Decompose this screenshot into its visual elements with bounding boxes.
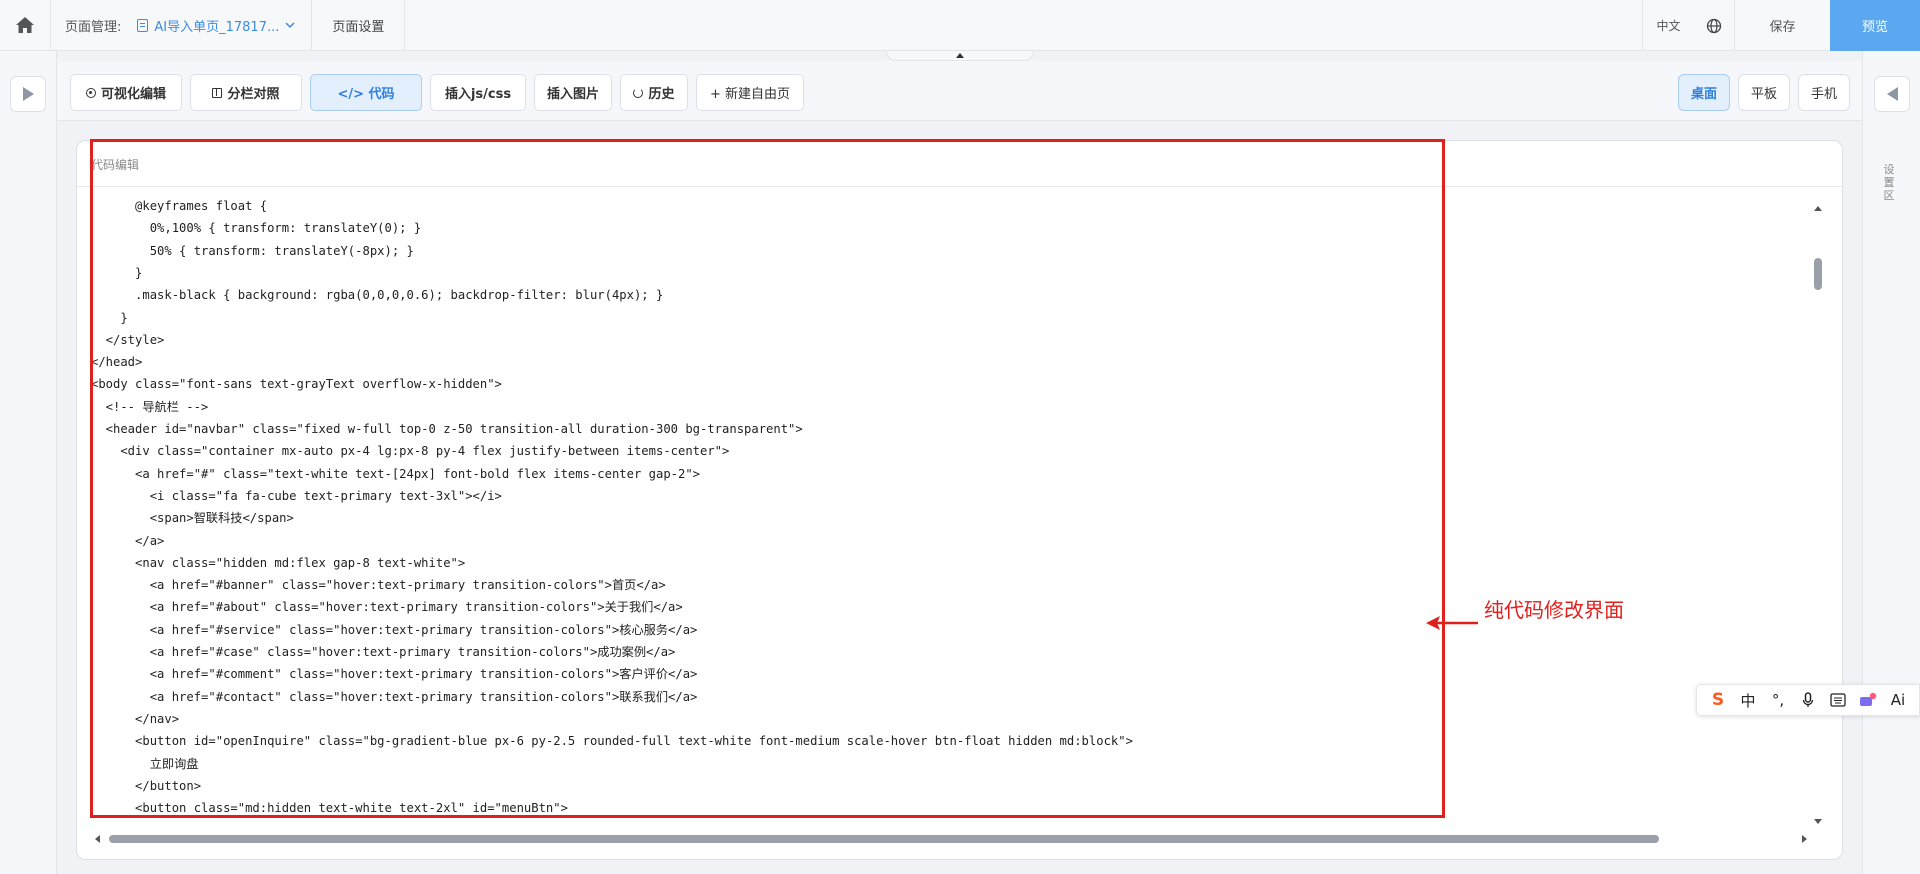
ai-assistant-button[interactable]: Ai — [1887, 689, 1909, 711]
play-right-icon — [22, 87, 34, 101]
scroll-thumb[interactable] — [1814, 258, 1822, 290]
insert-js-css-button[interactable]: 插入js/css — [430, 74, 526, 111]
top-right-actions: 中文 保存 预览 — [1642, 0, 1920, 51]
annotation-label: 纯代码修改界面 — [1484, 598, 1624, 622]
scroll-up-icon[interactable] — [1814, 206, 1822, 211]
left-rail — [0, 51, 57, 874]
history-button[interactable]: 历史 — [620, 74, 688, 111]
device-desktop-button[interactable]: 桌面 — [1678, 74, 1730, 111]
current-page-name: AI导入单页_17817... — [154, 19, 280, 35]
chinese-mode-toggle[interactable]: 中 — [1737, 689, 1759, 711]
editor-toolbar: 可视化编辑 分栏对照 </> 代码 插入js/css 插入图片 历史 + 新建自… — [58, 61, 1861, 121]
save-button[interactable]: 保存 — [1734, 0, 1830, 51]
annotation-arrow-icon — [1426, 616, 1478, 630]
home-button[interactable] — [0, 0, 51, 51]
sogou-logo-icon[interactable]: S — [1707, 689, 1729, 711]
visual-edit-button[interactable]: 可视化编辑 — [70, 74, 182, 111]
code-view-button[interactable]: </> 代码 — [310, 74, 422, 111]
microphone-icon[interactable] — [1797, 689, 1819, 711]
page-settings-button[interactable]: 页面设置 — [312, 16, 404, 35]
keyboard-icon[interactable] — [1827, 689, 1849, 711]
chevron-down-icon — [285, 21, 295, 28]
current-page-selector[interactable]: AI导入单页_17817... — [137, 16, 295, 35]
scroll-right-icon[interactable] — [1802, 835, 1807, 843]
ime-toolbar: S 中 °, Ai — [1696, 684, 1920, 716]
scroll-down-icon[interactable] — [1814, 819, 1822, 824]
radio-icon — [85, 87, 96, 98]
history-icon — [633, 87, 644, 98]
caret-up-icon — [956, 53, 964, 58]
scroll-thumb[interactable] — [109, 835, 1659, 843]
scroll-left-icon[interactable] — [95, 835, 100, 843]
preview-button[interactable]: 预览 — [1830, 0, 1920, 51]
skin-icon[interactable] — [1857, 689, 1879, 711]
visual-edit-label: 可视化编辑 — [100, 87, 166, 102]
expand-left-panel-button[interactable] — [10, 76, 46, 112]
globe-icon — [1706, 18, 1722, 33]
expand-right-panel-button[interactable] — [1874, 76, 1910, 112]
vertical-scrollbar[interactable] — [1810, 197, 1824, 827]
annotation-box — [90, 139, 1445, 818]
language-selector[interactable]: 中文 — [1642, 0, 1694, 51]
device-mobile-button[interactable]: 手机 — [1798, 74, 1850, 111]
horizontal-scrollbar[interactable] — [92, 832, 1812, 846]
punctuation-icon[interactable]: °, — [1767, 689, 1789, 711]
split-compare-label: 分栏对照 — [227, 87, 280, 102]
divider — [404, 0, 406, 51]
columns-icon — [212, 87, 223, 98]
new-free-page-button[interactable]: + 新建自由页 — [696, 74, 804, 111]
page-icon — [137, 18, 149, 32]
top-bar: 页面管理: AI导入单页_17817... 页面设置 中文 保存 预览 — [0, 0, 1920, 51]
history-label: 历史 — [648, 87, 675, 102]
device-tablet-button[interactable]: 平板 — [1738, 74, 1790, 111]
home-icon — [16, 17, 34, 33]
settings-area-label[interactable]: 设置区 — [1882, 163, 1896, 202]
page-manage-label: 页面管理: — [65, 19, 122, 35]
split-compare-button[interactable]: 分栏对照 — [190, 74, 302, 111]
insert-image-button[interactable]: 插入图片 — [534, 74, 612, 111]
globe-button[interactable] — [1694, 0, 1734, 51]
collapse-header-toggle[interactable] — [886, 51, 1034, 61]
play-left-icon — [1886, 87, 1898, 101]
